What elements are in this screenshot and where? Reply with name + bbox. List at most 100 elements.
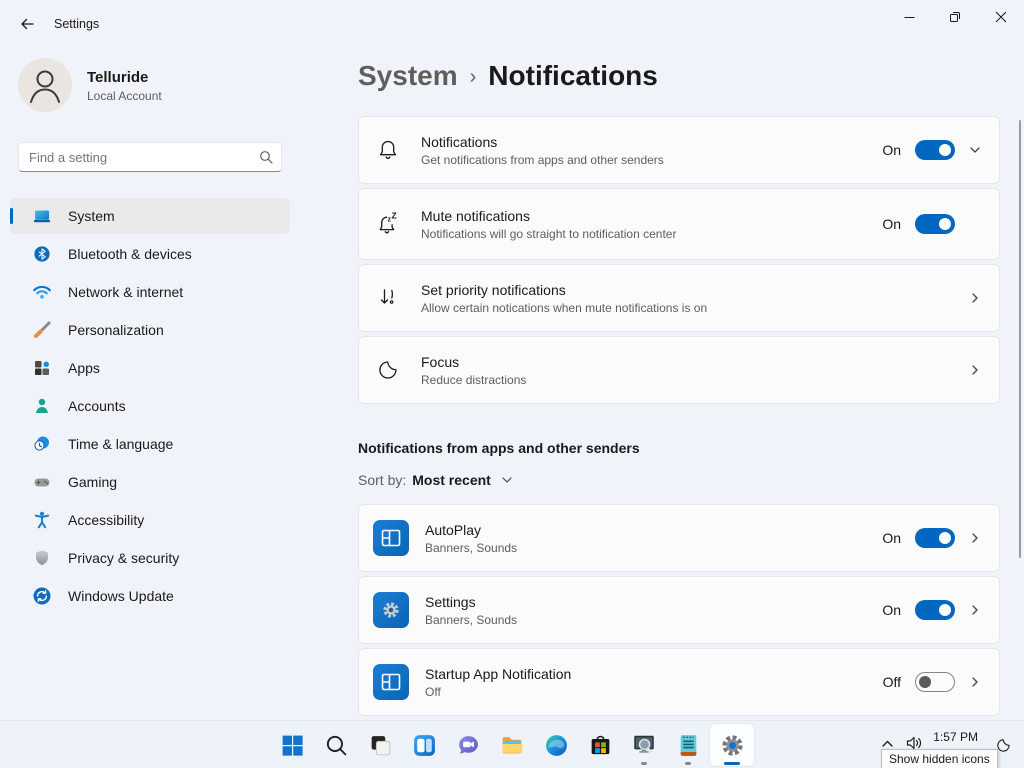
avatar (18, 58, 72, 112)
app-subtitle: Off (425, 685, 571, 699)
taskbar-store-button[interactable] (578, 724, 622, 766)
card-mute-notifications[interactable]: z Z Mute notifications Notifications wil… (358, 188, 1000, 260)
taskbar-settings-button[interactable] (710, 724, 754, 766)
restore-icon (949, 11, 961, 23)
minimize-icon (904, 12, 915, 23)
app-name: AutoPlay (425, 522, 517, 538)
settings-app-toggle[interactable] (915, 600, 955, 620)
sidebar-item-personalization[interactable]: Personalization (10, 312, 290, 348)
app-title: Settings (54, 17, 99, 31)
wifi-icon (32, 282, 52, 302)
sidebar-item-label: Accounts (68, 398, 126, 414)
notepad-icon (676, 733, 701, 758)
apps-grid-icon (32, 358, 52, 378)
person-icon (18, 58, 72, 112)
card-subtitle: Reduce distractions (421, 373, 526, 387)
chevron-down-icon (501, 474, 513, 486)
system-icon (32, 206, 52, 226)
autoplay-toggle[interactable] (915, 528, 955, 548)
startup-app-notification-toggle[interactable] (915, 672, 955, 692)
main-content: System › Notifications Notifications Get… (358, 48, 1000, 720)
app-card-settings[interactable]: Settings Banners, Sounds On (358, 576, 1000, 644)
account-header: Telluride Local Account (18, 58, 300, 112)
chevron-right-icon (969, 364, 981, 376)
update-icon (32, 586, 52, 606)
sidebar-item-apps[interactable]: Apps (10, 350, 290, 386)
sidebar-nav: System Bluetooth & devices Network & int… (0, 198, 300, 614)
mute-notifications-toggle[interactable] (915, 214, 955, 234)
sidebar-item-gaming[interactable]: Gaming (10, 464, 290, 500)
chat-icon (456, 733, 481, 758)
taskbar-start-button[interactable] (270, 724, 314, 766)
card-focus[interactable]: Focus Reduce distractions (358, 336, 1000, 404)
sidebar-item-label: Personalization (68, 322, 164, 338)
sidebar-item-label: Gaming (68, 474, 117, 490)
card-title: Mute notifications (421, 208, 676, 224)
back-button[interactable] (12, 10, 42, 38)
taskbar-search-button[interactable] (314, 724, 358, 766)
sidebar-item-label: Bluetooth & devices (68, 246, 192, 262)
app-name: Settings (425, 594, 517, 610)
store-icon (588, 733, 613, 758)
search-icon (324, 733, 349, 758)
breadcrumb-system[interactable]: System (358, 60, 458, 92)
accounts-person-icon (32, 396, 52, 416)
bell-icon (373, 138, 403, 162)
sidebar-item-label: Windows Update (68, 588, 174, 604)
taskbar-file-explorer-button[interactable] (490, 724, 534, 766)
chevron-right-icon (969, 604, 981, 616)
sidebar-item-time-language[interactable]: Time & language (10, 426, 290, 462)
toggle-state-label: On (882, 530, 901, 546)
taskbar-search-host-button[interactable] (622, 724, 666, 766)
bluetooth-icon (32, 244, 52, 264)
vertical-scrollbar[interactable] (1019, 120, 1021, 558)
sidebar-item-accessibility[interactable]: Accessibility (10, 502, 290, 538)
sidebar: Telluride Local Account System (0, 48, 300, 720)
minimize-button[interactable] (886, 0, 932, 34)
sidebar-item-privacy-security[interactable]: Privacy & security (10, 540, 290, 576)
shield-icon (32, 548, 52, 568)
toggle-state-label: On (882, 142, 901, 158)
file-explorer-icon (500, 733, 525, 758)
taskbar-widgets-button[interactable] (402, 724, 446, 766)
taskbar-notepad-button[interactable] (666, 724, 710, 766)
card-set-priority-notifications[interactable]: Set priority notifications Allow certain… (358, 264, 1000, 332)
card-subtitle: Get notifications from apps and other se… (421, 153, 664, 167)
autoplay-app-icon (373, 520, 409, 556)
sidebar-item-system[interactable]: System (10, 198, 290, 234)
search-icon[interactable] (259, 150, 273, 164)
sidebar-item-bluetooth-devices[interactable]: Bluetooth & devices (10, 236, 290, 272)
account-name: Telluride (87, 68, 162, 87)
card-title: Notifications (421, 134, 664, 150)
sidebar-item-label: Privacy & security (68, 550, 179, 566)
close-button[interactable] (978, 0, 1024, 34)
restore-button[interactable] (932, 0, 978, 34)
notifications-toggle[interactable] (915, 140, 955, 160)
clock[interactable]: 1:57 PM (933, 730, 978, 744)
sidebar-item-network-internet[interactable]: Network & internet (10, 274, 290, 310)
taskbar: 1:57 PM (0, 720, 1024, 768)
task-view-icon (368, 733, 393, 758)
back-arrow-icon (19, 16, 35, 32)
chevron-down-icon[interactable] (969, 144, 981, 156)
taskbar-chat-button[interactable] (446, 724, 490, 766)
app-card-autoplay[interactable]: AutoPlay Banners, Sounds On (358, 504, 1000, 572)
svg-text:Z: Z (392, 212, 397, 221)
sort-by-value: Most recent (412, 472, 491, 488)
sort-by-dropdown[interactable]: Sort by: Most recent (358, 472, 1000, 488)
show-hidden-icons-button[interactable] (881, 739, 894, 749)
moon-icon (373, 358, 403, 382)
card-title: Focus (421, 354, 526, 370)
monitor-search-icon (631, 732, 657, 758)
sidebar-item-accounts[interactable]: Accounts (10, 388, 290, 424)
taskbar-task-view-button[interactable] (358, 724, 402, 766)
sidebar-item-label: Network & internet (68, 284, 183, 300)
search-input[interactable] (18, 142, 282, 172)
page-title: Notifications (488, 60, 658, 92)
app-card-startup-app-notification[interactable]: Startup App Notification Off Off (358, 648, 1000, 716)
chevron-right-icon (969, 676, 981, 688)
sidebar-item-label: Time & language (68, 436, 173, 452)
taskbar-edge-button[interactable] (534, 724, 578, 766)
card-notifications[interactable]: Notifications Get notifications from app… (358, 116, 1000, 184)
sidebar-item-windows-update[interactable]: Windows Update (10, 578, 290, 614)
